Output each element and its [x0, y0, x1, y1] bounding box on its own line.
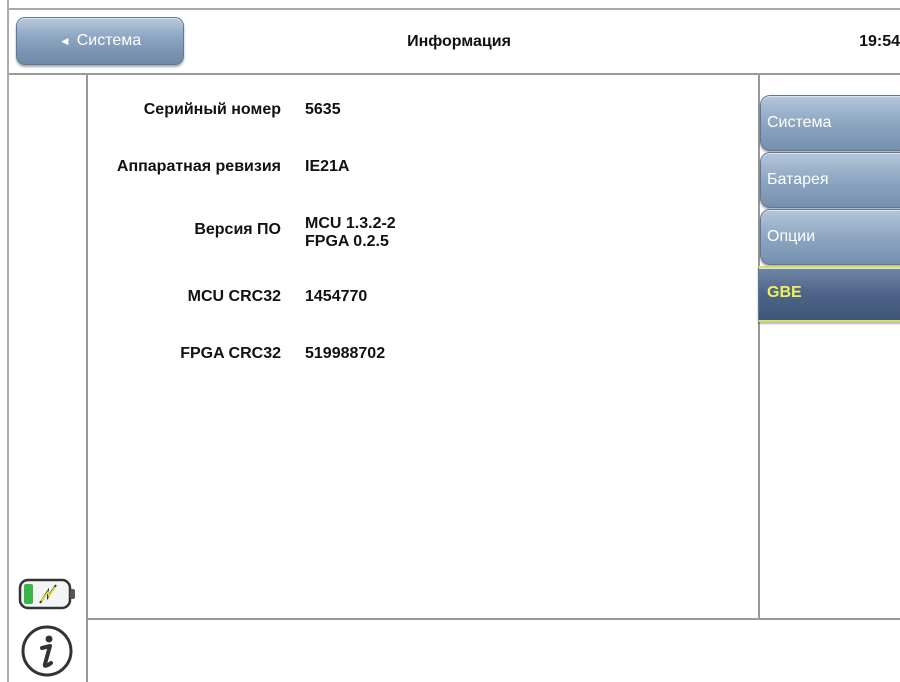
info-icon[interactable]: [20, 624, 74, 678]
info-label: FPGA CRC32: [180, 345, 281, 362]
back-arrow-icon: ◄: [58, 34, 71, 48]
tab-options[interactable]: Опции: [760, 209, 900, 265]
info-content: Серийный номер 5635 Аппаратная ревизия I…: [88, 75, 758, 618]
tab-label: Опции: [767, 228, 816, 245]
back-button[interactable]: ◄ Система: [16, 17, 184, 65]
page-title: Информация: [407, 32, 511, 50]
tab-label: GBE: [767, 284, 802, 301]
tab-battery[interactable]: Батарея: [760, 152, 900, 208]
info-label: Аппаратная ревизия: [116, 158, 281, 175]
clock: 19:54: [859, 32, 900, 50]
info-value-line: 5635: [305, 101, 341, 118]
info-value-line: MCU 1.3.2-2: [305, 215, 396, 232]
tab-label: Батарея: [767, 171, 829, 188]
frame-left: [0, 0, 9, 682]
tabs-panel: Система Батарея Опции GBE: [758, 75, 900, 618]
info-value: IE21A: [305, 158, 349, 176]
back-button-label: Система: [76, 32, 142, 49]
info-value-line: FPGA 0.2.5: [305, 233, 389, 250]
info-value-line: IE21A: [305, 158, 350, 175]
header-bar: ◄ Система Информация 19:54: [9, 10, 900, 75]
tab-gbe[interactable]: GBE: [758, 266, 900, 322]
info-value: 1454770: [305, 288, 367, 306]
info-label: Серийный номер: [143, 101, 281, 118]
battery-charging-icon: [18, 578, 75, 610]
frame-top: [0, 0, 900, 10]
info-value: 5635: [305, 101, 341, 119]
info-label: MCU CRC32: [187, 288, 281, 305]
info-label: Версия ПО: [194, 221, 281, 238]
tab-label: Система: [767, 114, 832, 131]
left-sidebar: [9, 75, 88, 682]
tab-system[interactable]: Система: [760, 95, 900, 151]
bottom-bar: [88, 618, 900, 682]
info-value: 519988702: [305, 345, 385, 363]
info-value-line: 1454770: [305, 288, 368, 305]
info-value-line: 519988702: [305, 345, 386, 362]
info-value: MCU 1.3.2-2 FPGA 0.2.5: [305, 215, 396, 251]
